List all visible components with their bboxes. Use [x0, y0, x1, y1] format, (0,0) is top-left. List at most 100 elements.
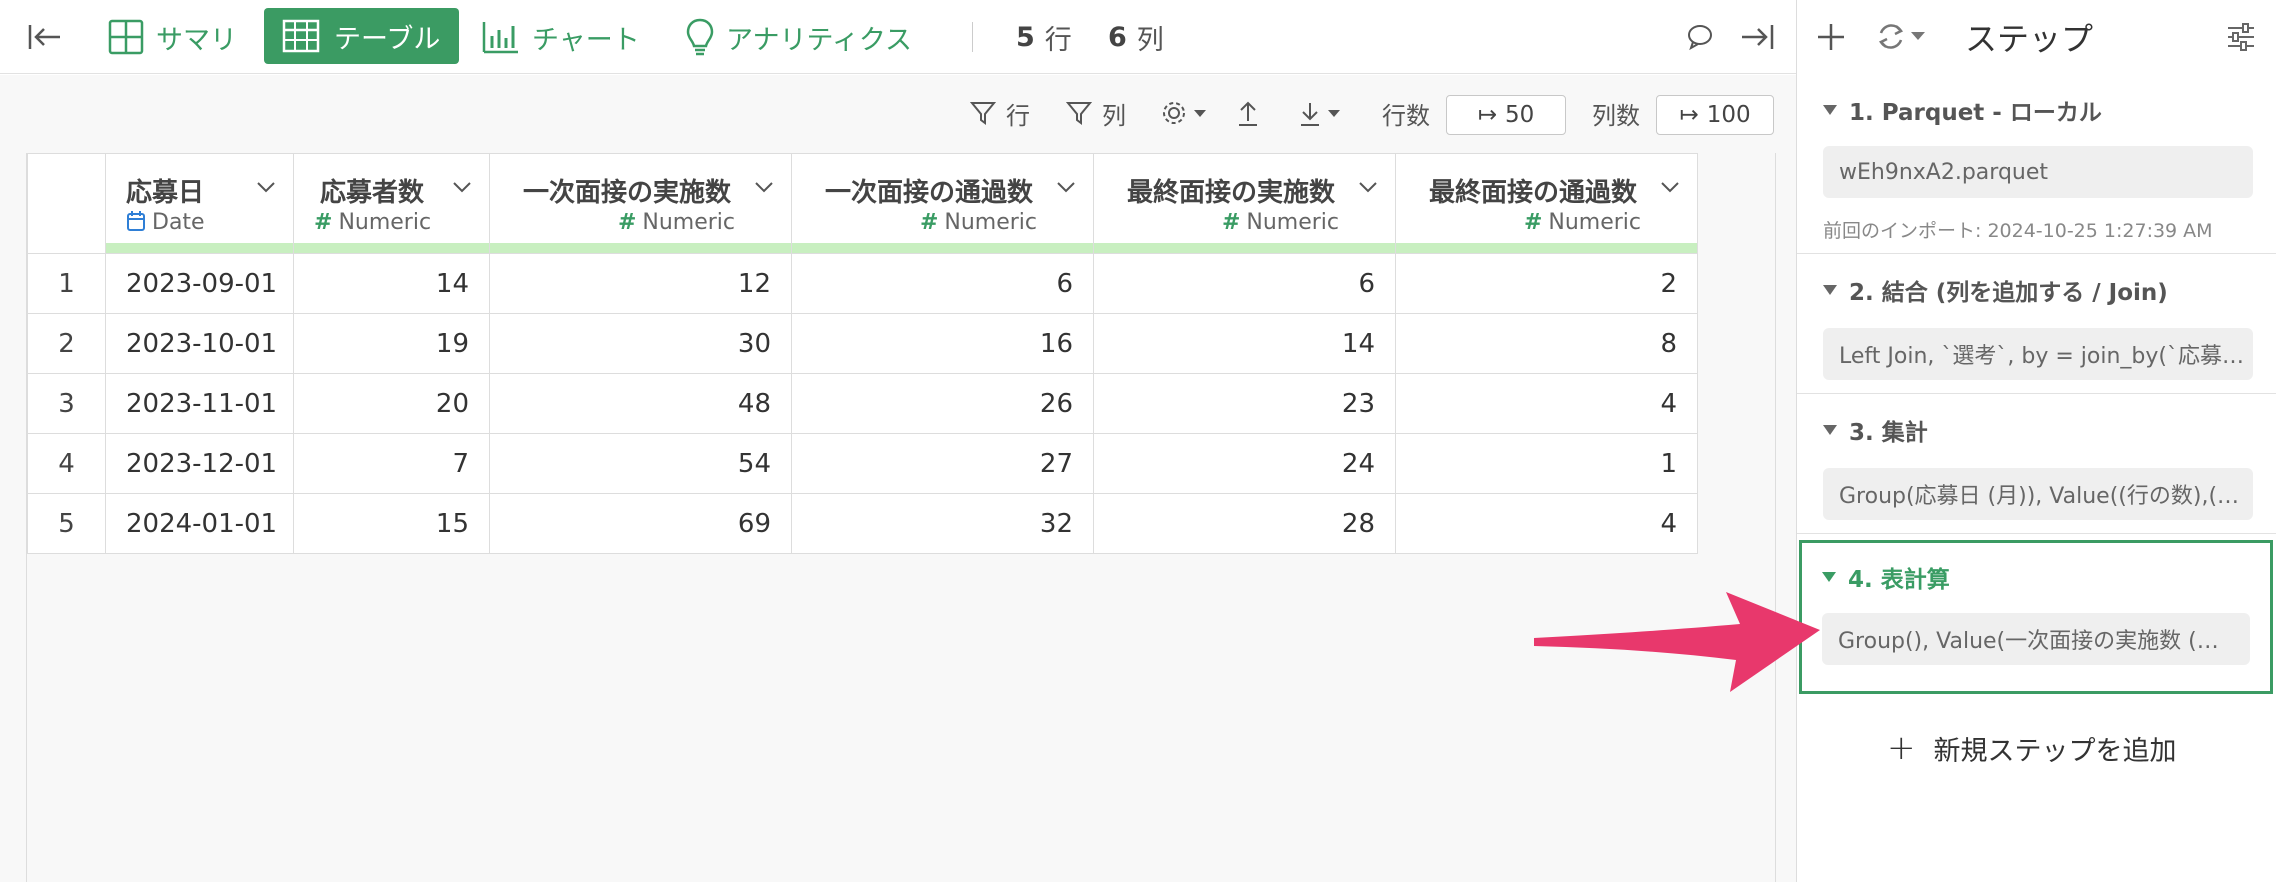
table-cell[interactable]: 2023-11-01: [105, 373, 294, 434]
filter-rows-button[interactable]: 行: [970, 93, 1030, 133]
collapse-caret-icon: [1823, 425, 1837, 435]
table-cell[interactable]: 15: [293, 493, 490, 554]
step-title-label: 2. 結合 (列を追加する / Join): [1849, 280, 2168, 306]
table-cell[interactable]: 2023-09-01: [105, 253, 294, 314]
column-header[interactable]: 一次面接の実施数 # Numeric: [489, 153, 792, 254]
filter-icon: [1066, 102, 1092, 125]
column-limit-input[interactable]: ↦ 100: [1656, 95, 1774, 135]
table-cell[interactable]: 6: [1093, 253, 1396, 314]
comment-icon[interactable]: [1686, 0, 1714, 74]
step-detail[interactable]: Group(), Value(一次面接の実施数 (…: [1822, 613, 2250, 665]
add-step-button[interactable]: + 新規ステップを追加: [1887, 728, 2177, 768]
table-cell[interactable]: 2024-01-01: [105, 493, 294, 554]
step-title[interactable]: 1. Parquet - ローカル: [1823, 90, 2102, 130]
table-cell[interactable]: 48: [489, 373, 792, 434]
step-title[interactable]: 2. 結合 (列を追加する / Join): [1823, 270, 2168, 310]
table-cell[interactable]: 14: [1093, 313, 1396, 374]
column-type: # Numeric: [1524, 210, 1641, 235]
column-header[interactable]: 応募日 Date: [105, 153, 294, 254]
table-row: 4 2023-12-01 7 54 27 24 1: [27, 433, 1698, 494]
top-toolbar: サマリ テーブル チャート アナリティクス 5行 6列: [0, 0, 1796, 74]
step-detail[interactable]: Group(応募日 (月)), Value((行の数),(…: [1823, 468, 2253, 520]
table-cell[interactable]: 8: [1395, 313, 1698, 374]
table-cell[interactable]: 27: [791, 433, 1094, 494]
step-card[interactable]: 3. 集計 Group(応募日 (月)), Value((行の数),(…: [1797, 394, 2276, 534]
tab-analytics-label: アナリティクス: [726, 24, 913, 56]
table-cell[interactable]: 30: [489, 313, 792, 374]
tab-table[interactable]: テーブル: [264, 8, 459, 64]
column-count-value: 6: [1108, 21, 1127, 53]
column-type-label: Date: [152, 210, 205, 235]
plus-icon: +: [1887, 728, 1916, 768]
refresh-dropdown-icon[interactable]: [1875, 20, 1931, 54]
table-cell[interactable]: 4: [1395, 493, 1698, 554]
table-cell[interactable]: 4: [1395, 373, 1698, 434]
table-cell[interactable]: 14: [293, 253, 490, 314]
table-cell[interactable]: 20: [293, 373, 490, 434]
table-cell[interactable]: 2023-12-01: [105, 433, 294, 494]
filter-columns-button[interactable]: 列: [1066, 93, 1126, 133]
data-grid: 応募日 Date 応募者数 # Numeric 一次面接の実施数 # Numer…: [26, 153, 1776, 882]
column-name: 一次面接の通過数: [824, 178, 1033, 208]
hash-icon: #: [919, 210, 939, 235]
row-count-value: 5: [1016, 21, 1035, 53]
tab-chart[interactable]: チャート: [482, 0, 640, 74]
collapse-left-icon[interactable]: [24, 0, 64, 74]
table-cell[interactable]: 23: [1093, 373, 1396, 434]
step-detail[interactable]: Left Join, `選考`, by = join_by(`応募…: [1823, 328, 2253, 380]
column-type: # Numeric: [1222, 210, 1339, 235]
column-limit-value: 100: [1706, 102, 1751, 128]
column-header[interactable]: 最終面接の実施数 # Numeric: [1093, 153, 1396, 254]
column-type-label: Numeric: [944, 210, 1037, 235]
table-cell[interactable]: 2023-10-01: [105, 313, 294, 374]
step-detail[interactable]: wEh9nxA2.parquet: [1823, 146, 2253, 198]
add-icon[interactable]: [1815, 21, 1847, 53]
download-dropdown[interactable]: [1298, 93, 1342, 133]
caret-down-icon: [1194, 110, 1206, 117]
chevron-down-icon[interactable]: [1357, 176, 1379, 198]
row-index-header: [27, 153, 106, 254]
step-title[interactable]: 3. 集計: [1823, 410, 1928, 450]
chevron-down-icon[interactable]: [1055, 176, 1077, 198]
column-type: # Numeric: [920, 210, 1037, 235]
column-name: 最終面接の実施数: [1126, 178, 1335, 208]
table-cell[interactable]: 1: [1395, 433, 1698, 494]
chevron-down-icon[interactable]: [1659, 176, 1681, 198]
step-card-active[interactable]: 4. 表計算 Group(), Value(一次面接の実施数 (…: [1799, 540, 2273, 694]
upload-icon[interactable]: [1236, 93, 1260, 133]
tab-summary[interactable]: サマリ: [108, 0, 237, 74]
collapse-right-icon[interactable]: [1738, 0, 1778, 74]
table-cell[interactable]: 26: [791, 373, 1094, 434]
table-cell[interactable]: 32: [791, 493, 1094, 554]
sliders-icon[interactable]: [2225, 21, 2257, 53]
table-cell[interactable]: 2: [1395, 253, 1698, 314]
step-card[interactable]: 2. 結合 (列を追加する / Join) Left Join, `選考`, b…: [1797, 254, 2276, 394]
chevron-down-icon[interactable]: [753, 176, 775, 198]
table-cell[interactable]: 69: [489, 493, 792, 554]
table-cell[interactable]: 24: [1093, 433, 1396, 494]
table-cell[interactable]: 19: [293, 313, 490, 374]
column-header[interactable]: 最終面接の通過数 # Numeric: [1395, 153, 1698, 254]
chevron-down-icon[interactable]: [255, 176, 277, 198]
tab-analytics[interactable]: アナリティクス: [686, 0, 912, 74]
table-cell[interactable]: 6: [791, 253, 1094, 314]
row-limit-input[interactable]: ↦ 50: [1446, 95, 1566, 135]
table-cell[interactable]: 7: [293, 433, 490, 494]
table-cell[interactable]: 12: [489, 253, 792, 314]
data-table: 応募日 Date 応募者数 # Numeric 一次面接の実施数 # Numer…: [27, 153, 1698, 554]
hash-icon: #: [617, 210, 637, 235]
table-cell[interactable]: 28: [1093, 493, 1396, 554]
column-header[interactable]: 応募者数 # Numeric: [293, 153, 490, 254]
step-title[interactable]: 4. 表計算: [1822, 557, 1950, 597]
step-import-note: 前回のインポート: 2024-10-25 1:27:39 AM: [1823, 220, 2213, 242]
chevron-down-icon[interactable]: [451, 176, 473, 198]
table-cell[interactable]: 16: [791, 313, 1094, 374]
caret-down-icon: [1328, 110, 1340, 117]
step-card[interactable]: 1. Parquet - ローカル wEh9nxA2.parquet 前回のイン…: [1797, 74, 2276, 254]
filter-columns-label: 列: [1102, 101, 1126, 130]
steps-panel: ステップ 1. Parquet - ローカル wEh9nxA2.parquet …: [1796, 0, 2276, 882]
table-cell[interactable]: 54: [489, 433, 792, 494]
column-count-unit: 列: [1136, 24, 1164, 56]
column-header[interactable]: 一次面接の通過数 # Numeric: [791, 153, 1094, 254]
settings-dropdown[interactable]: [1160, 93, 1208, 133]
